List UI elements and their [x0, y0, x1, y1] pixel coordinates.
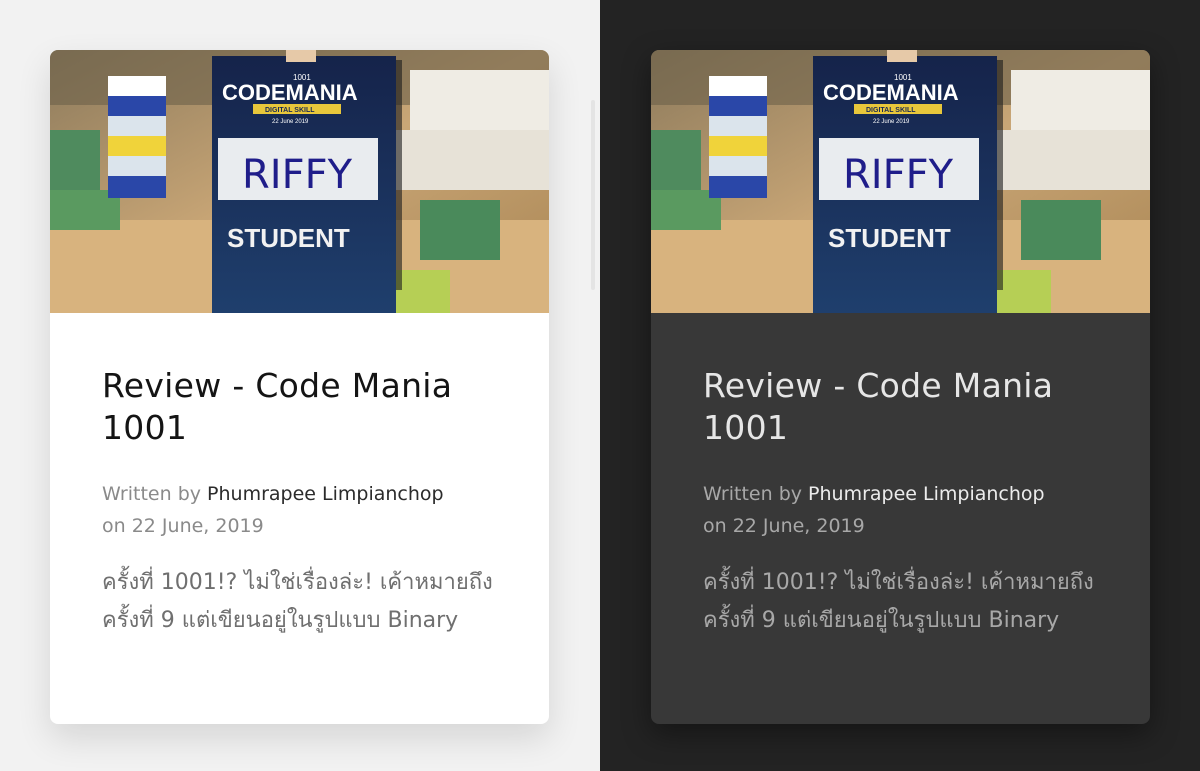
written-by-label: Written by — [102, 483, 201, 505]
card-meta: Written by Phumrapee Limpianchop on 22 J… — [703, 478, 1098, 542]
post-date: on 22 June, 2019 — [703, 515, 865, 537]
badge-brand: CODEMANIA — [823, 80, 959, 105]
badge-tagline: DIGITAL SKILL — [265, 107, 315, 114]
badge-role: STUDENT — [828, 223, 951, 253]
written-by-label: Written by — [703, 483, 802, 505]
light-theme-panel: 1001 CODEMANIA DIGITAL SKILL 22 June 201… — [0, 0, 600, 771]
badge-date: 22 June 2019 — [873, 119, 910, 125]
card-hero-image: 1001 CODEMANIA DIGITAL SKILL 22 June 201… — [50, 50, 549, 313]
dark-theme-panel: 1001 CODEMANIA DIGITAL SKILL 22 June 201… — [600, 0, 1200, 771]
card-excerpt: ครั้งที่ 1001!? ไม่ใช่เรื่องล่ะ! เค้าหมา… — [102, 570, 493, 633]
blog-card-dark[interactable]: 1001 CODEMANIA DIGITAL SKILL 22 June 201… — [651, 50, 1150, 724]
scroll-indicator — [591, 100, 595, 290]
card-hero-image: 1001 CODEMANIA DIGITAL SKILL 22 June 201… — [651, 50, 1150, 313]
post-date: on 22 June, 2019 — [102, 515, 264, 537]
badge-brand: CODEMANIA — [222, 80, 358, 105]
badge-role: STUDENT — [227, 223, 350, 253]
card-title[interactable]: Review - Code Mania 1001 — [102, 365, 497, 449]
card-title[interactable]: Review - Code Mania 1001 — [703, 365, 1098, 449]
badge-date: 22 June 2019 — [272, 119, 309, 125]
badge-name: RIFFY — [843, 152, 954, 198]
author-link[interactable]: Phumrapee Limpianchop — [808, 483, 1045, 505]
card-meta: Written by Phumrapee Limpianchop on 22 J… — [102, 478, 497, 542]
blog-card-light[interactable]: 1001 CODEMANIA DIGITAL SKILL 22 June 201… — [50, 50, 549, 724]
card-excerpt: ครั้งที่ 1001!? ไม่ใช่เรื่องล่ะ! เค้าหมา… — [703, 570, 1094, 633]
badge-name: RIFFY — [242, 152, 353, 198]
author-link[interactable]: Phumrapee Limpianchop — [207, 483, 444, 505]
badge-tagline: DIGITAL SKILL — [866, 107, 916, 114]
